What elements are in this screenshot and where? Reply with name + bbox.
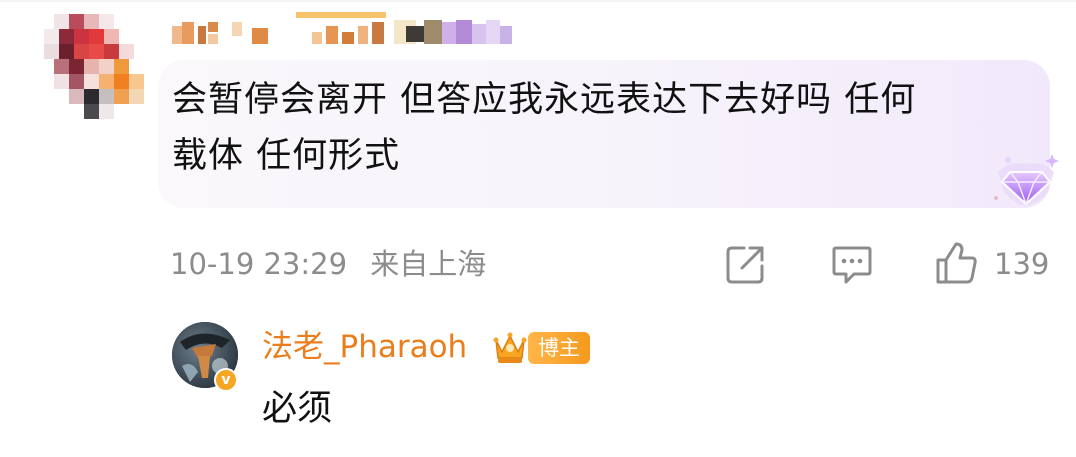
- pixelated-username[interactable]: [172, 12, 517, 52]
- reply-text: 必须: [262, 389, 333, 429]
- comment-location: 来自上海: [370, 247, 487, 281]
- comment-meta: 10-19 23:29 来自上海: [170, 244, 486, 284]
- crown-icon: [493, 332, 527, 363]
- like-count: 139: [994, 247, 1050, 281]
- thumbs-up-icon[interactable]: [934, 240, 980, 286]
- comment-timestamp: 10-19 23:29: [170, 247, 348, 281]
- blogger-badge: 博主: [528, 332, 590, 364]
- reply-username[interactable]: 法老_Pharaoh: [262, 326, 467, 368]
- comment-text-line-1: 会暂停会离开 但答应我永远表达下去好吗 任何: [172, 80, 917, 120]
- share-icon[interactable]: [724, 242, 768, 286]
- comment-text-line-2: 载体 任何形式: [172, 136, 401, 176]
- top-divider: [0, 0, 1076, 2]
- comment-icon[interactable]: [830, 242, 874, 286]
- comment-text: 会暂停会离开 但答应我永远表达下去好吗 任何 载体 任何形式: [172, 72, 1032, 184]
- pixelated-avatar[interactable]: [44, 14, 144, 120]
- verified-v-icon: v: [214, 368, 238, 392]
- purple-gem-badge-icon[interactable]: [990, 150, 1062, 212]
